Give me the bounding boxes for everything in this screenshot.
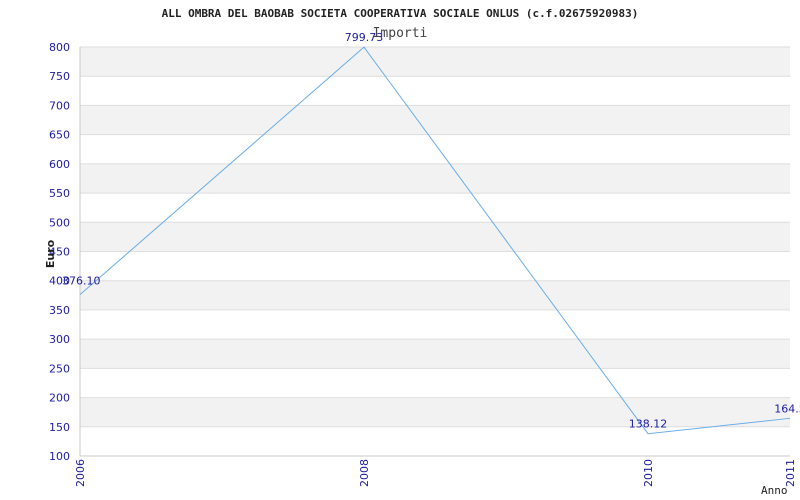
y-tick-label: 300 xyxy=(49,333,70,346)
y-tick-label: 600 xyxy=(49,158,70,171)
grid-bands xyxy=(80,47,790,427)
y-tick-label: 200 xyxy=(49,392,70,405)
grid-band xyxy=(80,222,790,252)
y-tick-label: 100 xyxy=(49,450,70,463)
x-tick-label: 2010 xyxy=(642,459,655,487)
grid-band xyxy=(80,47,790,77)
grid-band xyxy=(80,339,790,369)
chart-subtitle: Importi xyxy=(373,26,428,41)
x-axis-title: Anno xyxy=(761,484,788,497)
data-label: 376.10 xyxy=(62,275,101,288)
y-tick-label: 800 xyxy=(49,41,70,54)
line-chart: 1001502002503003504004505005506006507007… xyxy=(44,7,800,497)
y-tick-label: 550 xyxy=(49,187,70,200)
x-tick-label: 2008 xyxy=(358,459,371,487)
grid-band xyxy=(80,163,790,194)
y-tick-label: 750 xyxy=(49,70,70,83)
chart-title: ALL OMBRA DEL BAOBAB SOCIETA COOPERATIVA… xyxy=(162,7,639,20)
y-tick-label: 500 xyxy=(49,216,70,229)
x-tick-label: 2011 xyxy=(784,459,797,487)
grid-band xyxy=(80,105,790,135)
x-tick-label: 2006 xyxy=(74,459,87,487)
grid-band xyxy=(80,397,790,427)
x-tick-labels: 2006 2008 2010 2011 xyxy=(74,459,797,487)
data-label: 138.12 xyxy=(629,418,668,431)
y-tick-label: 250 xyxy=(49,362,70,375)
y-tick-label: 150 xyxy=(49,421,70,434)
y-tick-label: 700 xyxy=(49,99,70,112)
data-label: 164.5 xyxy=(774,402,800,415)
y-tick-label: 650 xyxy=(49,129,70,142)
y-tick-label: 350 xyxy=(49,304,70,317)
grid-band xyxy=(80,280,790,310)
y-axis-title: Euro xyxy=(44,239,57,268)
